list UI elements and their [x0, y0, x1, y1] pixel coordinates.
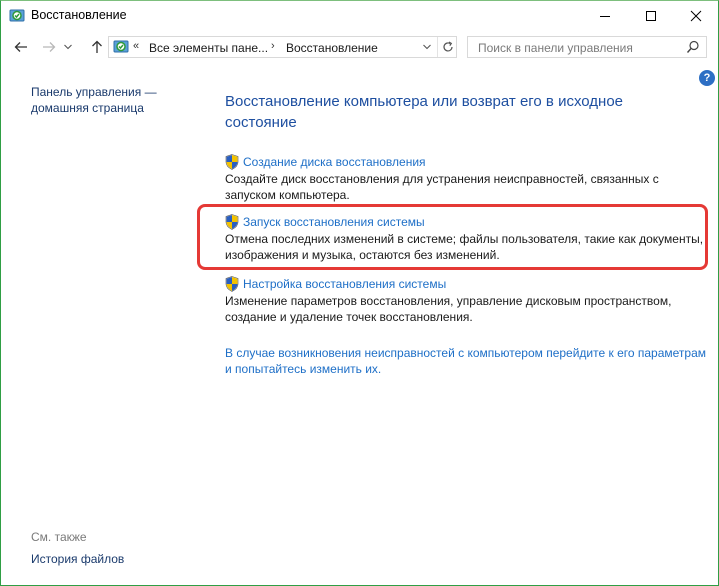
- task-description: Отмена последних изменений в системе; фа…: [225, 232, 704, 262]
- overflow-chevron[interactable]: «: [133, 40, 139, 52]
- open-system-restore-link[interactable]: Запуск восстановления системы: [243, 215, 425, 229]
- title-bar[interactable]: Восстановление: [1, 1, 718, 31]
- uac-shield-icon: [225, 154, 239, 170]
- see-also-heading: См. также: [31, 530, 87, 544]
- navigation-bar: « Все элементы пане... › Восстановление …: [1, 31, 718, 63]
- search-input[interactable]: Поиск в панели управления: [467, 36, 707, 58]
- close-button[interactable]: [673, 1, 719, 31]
- chevron-down-icon: [64, 44, 72, 50]
- control-panel-home-link[interactable]: Панель управления — домашняя страница: [31, 84, 181, 116]
- refresh-button[interactable]: [437, 37, 457, 57]
- up-button[interactable]: [86, 36, 108, 58]
- recovery-app-icon: [9, 8, 25, 24]
- task-system-restore: Запуск восстановления системы Отмена пос…: [225, 214, 705, 263]
- breadcrumb-recovery[interactable]: Восстановление: [286, 41, 378, 55]
- arrow-right-icon: [43, 42, 56, 52]
- search-icon[interactable]: [686, 40, 700, 54]
- breadcrumb-all-items[interactable]: Все элементы пане...: [149, 41, 268, 55]
- window: Восстановление « Все элементы пане... › …: [0, 0, 719, 586]
- address-bar[interactable]: « Все элементы пане... › Восстановление: [108, 36, 457, 58]
- arrow-up-icon: [92, 40, 102, 53]
- refresh-icon: [442, 41, 453, 52]
- forward-button[interactable]: [38, 36, 60, 58]
- chevron-down-icon: [423, 44, 431, 50]
- task-configure-system-restore: Настройка восстановления системы Изменен…: [225, 276, 705, 325]
- address-dropdown-button[interactable]: [418, 37, 436, 57]
- uac-shield-icon: [225, 276, 239, 292]
- search-placeholder: Поиск в панели управления: [478, 41, 633, 55]
- task-create-recovery-drive: Создание диска восстановления Создайте д…: [225, 154, 705, 203]
- back-button[interactable]: [10, 36, 32, 58]
- maximize-button[interactable]: [628, 1, 674, 31]
- arrow-left-icon: [14, 42, 27, 52]
- configure-system-restore-link[interactable]: Настройка восстановления системы: [243, 277, 446, 291]
- create-recovery-drive-link[interactable]: Создание диска восстановления: [243, 155, 426, 169]
- window-title: Восстановление: [31, 8, 127, 22]
- page-title: Восстановление компьютера или возврат ег…: [225, 93, 624, 131]
- task-description: Создайте диск восстановления для устране…: [225, 172, 659, 202]
- uac-shield-icon: [225, 214, 239, 230]
- recent-locations-button[interactable]: [61, 36, 75, 58]
- file-history-link[interactable]: История файлов: [31, 552, 124, 566]
- help-icon[interactable]: ?: [699, 70, 715, 86]
- recovery-icon: [113, 39, 129, 55]
- task-description: Изменение параметров восстановления, упр…: [225, 294, 672, 324]
- minimize-button[interactable]: [582, 1, 628, 31]
- reset-pc-link[interactable]: В случае возникновения неисправностей с …: [225, 345, 715, 377]
- breadcrumb-separator[interactable]: ›: [271, 40, 275, 52]
